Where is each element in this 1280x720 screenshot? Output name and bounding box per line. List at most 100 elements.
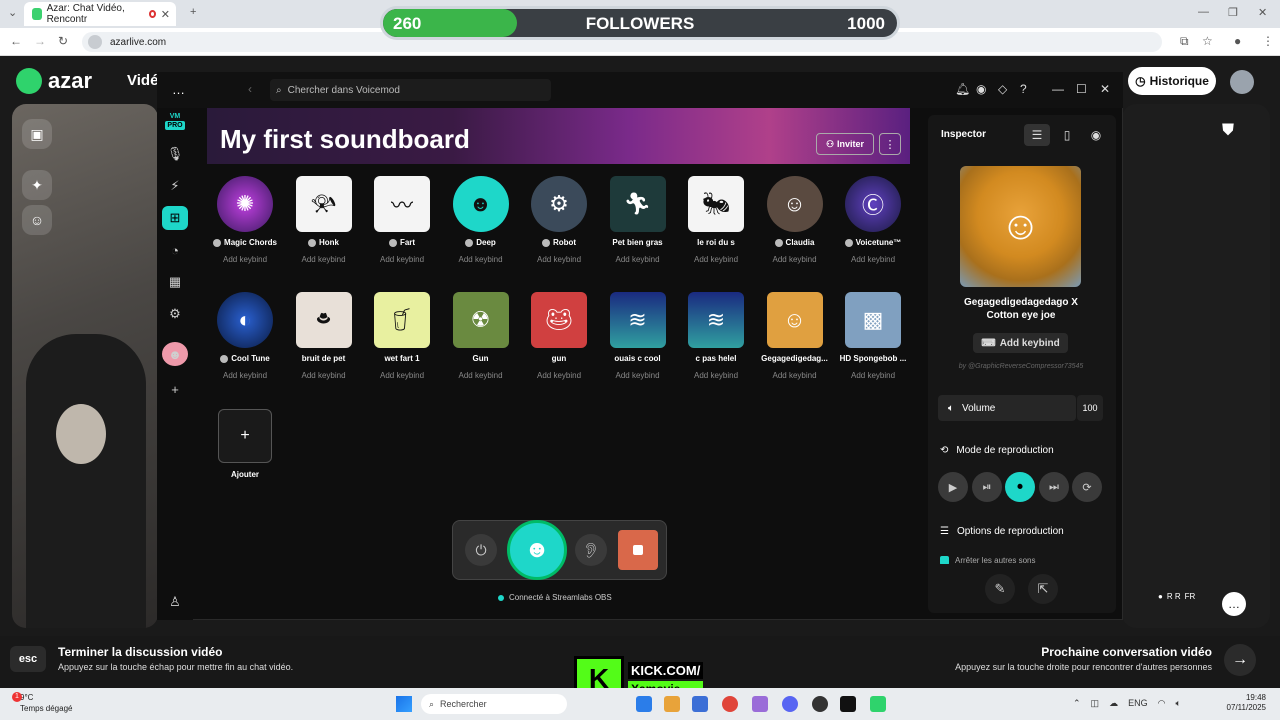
- sticker-icon[interactable]: ☺: [22, 205, 52, 235]
- edge-icon[interactable]: [636, 696, 652, 712]
- voicemod-taskbar-icon[interactable]: [840, 696, 856, 712]
- report-shield-icon[interactable]: ⛊: [1222, 122, 1244, 146]
- add-sound-button[interactable]: +: [218, 409, 272, 463]
- sound-keybind[interactable]: Add keybind: [523, 255, 595, 264]
- azar-logo[interactable]: azar: [16, 68, 92, 94]
- partner-info[interactable]: ● R R FR: [1158, 592, 1195, 601]
- power-icon[interactable]: ⏻: [465, 534, 497, 566]
- voicemod-maximize-button[interactable]: ☐: [1076, 82, 1087, 96]
- sound-tile[interactable]: 📯︎ Honk Add keybind: [288, 176, 360, 264]
- loop-mode-icon[interactable]: ⟳: [1072, 472, 1102, 502]
- discord-taskbar-icon[interactable]: [782, 696, 798, 712]
- diamond-icon[interactable]: ◇: [998, 82, 1007, 96]
- stop-other-sounds-option[interactable]: Arrêter les autres sons: [940, 556, 1090, 564]
- history-button[interactable]: ◷ Historique: [1128, 67, 1216, 95]
- sound-tile[interactable]: 🐜︎ le roi du s Add keybind: [680, 176, 752, 264]
- screen-icon[interactable]: ▣: [22, 119, 52, 149]
- sliders-tab-icon[interactable]: ☰: [1024, 124, 1050, 146]
- photos-icon[interactable]: [664, 696, 680, 712]
- sound-keybind[interactable]: Add keybind: [445, 255, 517, 264]
- nav-settings-gear-icon[interactable]: ⚙: [162, 302, 188, 326]
- sound-keybind[interactable]: Add keybind: [445, 371, 517, 380]
- user-avatar[interactable]: [1230, 70, 1254, 94]
- reload-icon[interactable]: ↻: [58, 34, 68, 48]
- store-icon[interactable]: [692, 696, 708, 712]
- browser-menu-icon[interactable]: ⋮: [1262, 34, 1274, 48]
- browser-tab[interactable]: Azar: Chat Vidéo, Rencontr ✕: [24, 2, 176, 26]
- close-browser-button[interactable]: ✕: [1258, 6, 1267, 19]
- next-arrow-button[interactable]: →: [1224, 644, 1256, 676]
- sound-tile[interactable]: Ⓒ Voicetune™ Add keybind: [837, 176, 909, 264]
- sound-tile[interactable]: 🏃︎ Pet bien gras Add keybind: [602, 176, 674, 264]
- tab-close-icon[interactable]: ✕: [161, 8, 170, 21]
- sound-keybind[interactable]: Add keybind: [759, 255, 831, 264]
- chrome-icon[interactable]: [722, 696, 738, 712]
- stop-sounds-button[interactable]: [618, 530, 658, 570]
- sound-tile[interactable]: ☺ Claudia Add keybind: [759, 176, 831, 264]
- sound-keybind[interactable]: Add keybind: [837, 255, 909, 264]
- nav-avatar-icon[interactable]: ☻: [162, 342, 188, 366]
- nav-effects-icon[interactable]: ⚡︎: [162, 174, 188, 198]
- nav-account-icon[interactable]: ♙: [162, 590, 188, 614]
- nav-add-icon[interactable]: +: [162, 377, 188, 401]
- invite-button[interactable]: ⚇ Inviter: [816, 133, 874, 155]
- share-icon[interactable]: ⇱: [1028, 574, 1058, 604]
- app-icon[interactable]: [752, 696, 768, 712]
- maximize-browser-button[interactable]: ❐: [1228, 6, 1238, 19]
- hear-myself-ear-icon[interactable]: 👂︎: [575, 534, 607, 566]
- checkbox-checked-icon[interactable]: [940, 556, 949, 564]
- sound-tile[interactable]: 🎩︎ bruit de pet Add keybind: [288, 292, 360, 380]
- sound-tile[interactable]: 〰 Fart Add keybind: [366, 176, 438, 264]
- current-voice-avatar[interactable]: ☻: [507, 520, 567, 580]
- sound-keybind[interactable]: Add keybind: [366, 371, 438, 380]
- notifications-bell-icon[interactable]: 🔔︎: [955, 82, 970, 96]
- sound-tile[interactable]: ◐ Cool Tune Add keybind: [209, 292, 281, 380]
- sound-tile[interactable]: ☺ Gegagedigedag... Add keybind: [759, 292, 831, 380]
- banner-more-icon[interactable]: ⋮: [879, 133, 901, 155]
- voicemod-minimize-button[interactable]: —: [1052, 82, 1064, 96]
- sound-keybind[interactable]: Add keybind: [288, 371, 360, 380]
- sound-tile[interactable]: ≋ c pas helel Add keybind: [680, 292, 752, 380]
- play-pause-icon[interactable]: ⏯: [972, 472, 1002, 502]
- azar-nav-video[interactable]: Vidé: [127, 72, 158, 89]
- sound-keybind[interactable]: Add keybind: [759, 371, 831, 380]
- sound-keybind[interactable]: Add keybind: [837, 371, 909, 380]
- sound-tile[interactable]: ☢ Gun Add keybind: [445, 292, 517, 380]
- sound-keybind[interactable]: Add keybind: [209, 371, 281, 380]
- voicemod-close-button[interactable]: ✕: [1100, 82, 1110, 96]
- forward-arrow-icon[interactable]: →: [34, 34, 46, 48]
- sound-keybind[interactable]: Add keybind: [602, 371, 674, 380]
- sound-keybind[interactable]: Add keybind: [366, 255, 438, 264]
- windows-start-icon[interactable]: [396, 696, 412, 712]
- record-tab-icon[interactable]: ◉: [1083, 124, 1109, 146]
- edit-pencil-icon[interactable]: ✎: [985, 574, 1015, 604]
- sound-tile[interactable]: 🥤︎ wet fart 1 Add keybind: [366, 292, 438, 380]
- volume-slider[interactable]: 🔈︎ Volume: [938, 395, 1076, 421]
- book-tab-icon[interactable]: ▯: [1054, 124, 1080, 146]
- nav-calendar-icon[interactable]: ▦: [162, 270, 188, 294]
- obs-icon[interactable]: [812, 696, 828, 712]
- sound-tile[interactable]: 🐸︎ gun Add keybind: [523, 292, 595, 380]
- sound-tile[interactable]: ▩ HD Spongebob ... Add keybind: [837, 292, 909, 380]
- bookmark-star-icon[interactable]: ☆: [1202, 34, 1213, 48]
- play-restart-icon[interactable]: ▶: [938, 472, 968, 502]
- add-keybind-button[interactable]: ⌨ Add keybind: [973, 333, 1068, 353]
- sound-keybind[interactable]: Add keybind: [523, 371, 595, 380]
- back-arrow-icon[interactable]: ←: [10, 34, 22, 48]
- effects-sparkle-icon[interactable]: ✦: [22, 170, 52, 200]
- minimize-browser-button[interactable]: —: [1198, 6, 1209, 18]
- system-tray[interactable]: ⌃ ◫ ☁ ENG ◠ 🔈︎: [1073, 698, 1181, 709]
- weather-widget[interactable]: 1 9°C Temps dégagé: [12, 692, 72, 714]
- sound-keybind[interactable]: Add keybind: [288, 255, 360, 264]
- play-until-end-icon[interactable]: ⏭: [1039, 472, 1069, 502]
- new-tab-button[interactable]: +: [190, 6, 196, 18]
- profile-icon[interactable]: ●: [1234, 34, 1241, 48]
- nav-voice-changer-icon[interactable]: 🎙︎: [162, 142, 188, 166]
- help-icon[interactable]: ?: [1020, 82, 1027, 96]
- sound-tile[interactable]: ☻ Deep Add keybind: [445, 176, 517, 264]
- sound-keybind[interactable]: Add keybind: [680, 255, 752, 264]
- sound-tile[interactable]: ⚙ Robot Add keybind: [523, 176, 595, 264]
- voicemod-menu-icon[interactable]: …: [172, 82, 185, 97]
- volume-value[interactable]: 100: [1077, 395, 1103, 421]
- voicemod-search-input[interactable]: ⌕ Chercher dans Voicemod: [270, 79, 551, 101]
